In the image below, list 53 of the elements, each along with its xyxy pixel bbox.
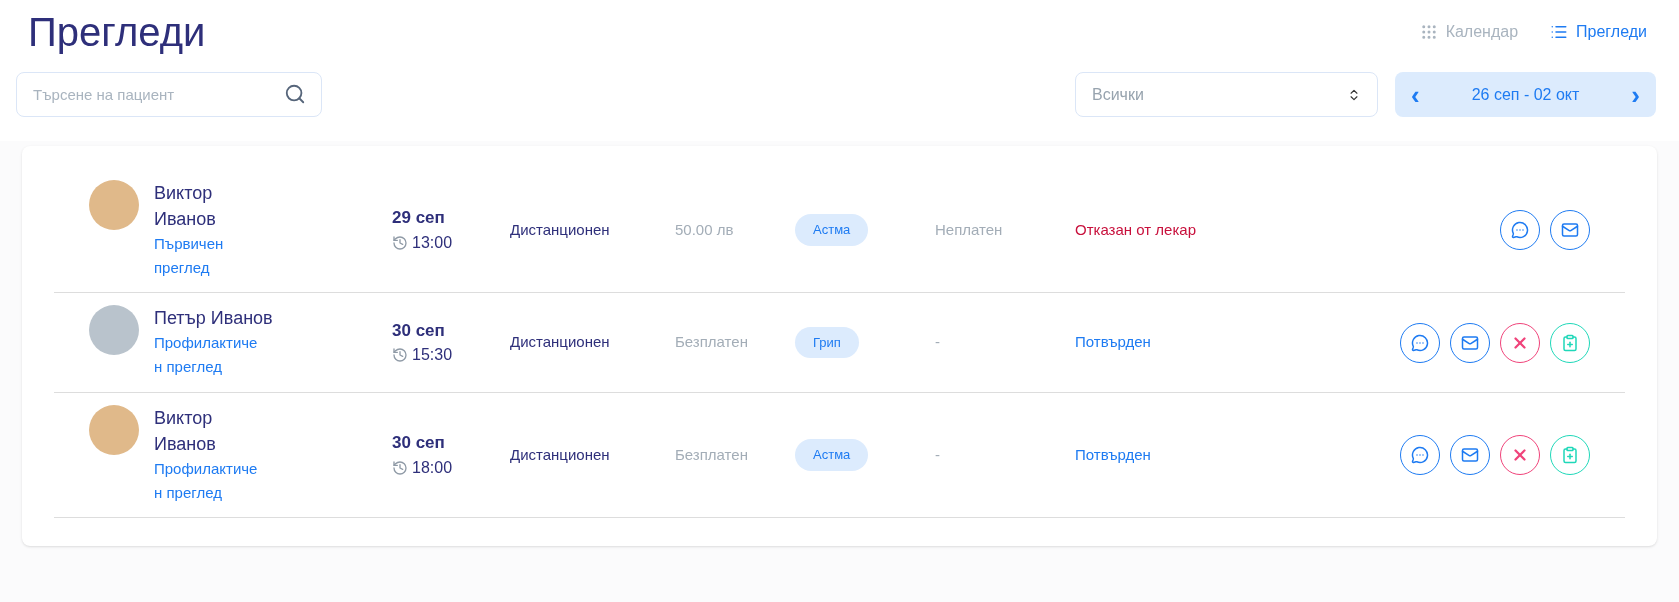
appointment-time: 13:00 (412, 232, 453, 253)
clock-icon (392, 347, 408, 364)
diagnosis-tag: Астма (795, 214, 869, 246)
diagnosis-tag: Грип (795, 326, 859, 359)
appointment-status: Потвърден (1075, 332, 1152, 353)
visit-type: Профилактиче н преглед (154, 333, 259, 377)
price: Безплатен (675, 332, 749, 353)
page-title: Прегледи (28, 9, 206, 56)
visit-mode: Дистанционен (510, 332, 611, 353)
speech-bubble-icon (1411, 333, 1429, 352)
visit-type: Първичен преглед (154, 234, 224, 278)
speech-bubble-icon (1411, 446, 1429, 464)
grid-icon (1419, 23, 1438, 41)
filter-select[interactable]: Всички (1075, 72, 1378, 117)
envelope-icon (1461, 446, 1479, 464)
appointment-date: 29 сеп (392, 207, 445, 230)
appointment-status: Потвърден (1075, 444, 1152, 465)
clock-icon (392, 234, 408, 251)
appointment-date: 30 сеп (392, 319, 445, 342)
appointment-date: 30 сеп (392, 432, 445, 455)
list-icon (1550, 23, 1569, 41)
avatar-photo-placeholder (89, 305, 139, 355)
next-button[interactable]: › (1631, 81, 1640, 108)
payment-status: Неплатен (935, 219, 1004, 240)
payment-status: - (935, 332, 941, 353)
price: 50.00 лв (675, 219, 735, 240)
close-icon (1511, 446, 1529, 464)
visit-mode: Дистанционен (510, 444, 611, 465)
date-range-label: 26 сеп - 02 окт (1471, 84, 1580, 105)
search-field[interactable]: Търсене на пациент (16, 72, 322, 117)
envelope-icon (1461, 333, 1479, 352)
speech-bubble-icon (1511, 221, 1529, 239)
patient-name: Петър Иванов (154, 307, 273, 330)
patient-name: Виктор Иванов (154, 182, 217, 231)
payment-status: - (935, 444, 941, 465)
avatar-photo-placeholder (89, 405, 139, 455)
appointment-status: Отказан от лекар (1075, 219, 1197, 240)
price: Безплатен (675, 444, 749, 465)
visit-mode: Дистанционен (510, 219, 611, 240)
view-tab[interactable]: Прегледи (1550, 20, 1647, 44)
avatar-photo-placeholder (89, 180, 139, 230)
diagnosis-tag: Астма (795, 439, 869, 471)
appointment-time: 18:00 (412, 457, 453, 478)
search-icon (284, 83, 306, 105)
view-tab[interactable]: Календар (1419, 20, 1519, 44)
clipboard-plus-icon (1561, 446, 1579, 464)
visit-type: Профилактиче н преглед (154, 459, 258, 503)
clock-icon (392, 459, 408, 476)
patient-name: Виктор Иванов (154, 407, 217, 456)
clipboard-plus-icon (1561, 333, 1579, 352)
appointment-time: 15:30 (412, 345, 453, 366)
envelope-icon (1561, 221, 1579, 239)
previous-button[interactable]: ‹ (1411, 81, 1420, 108)
